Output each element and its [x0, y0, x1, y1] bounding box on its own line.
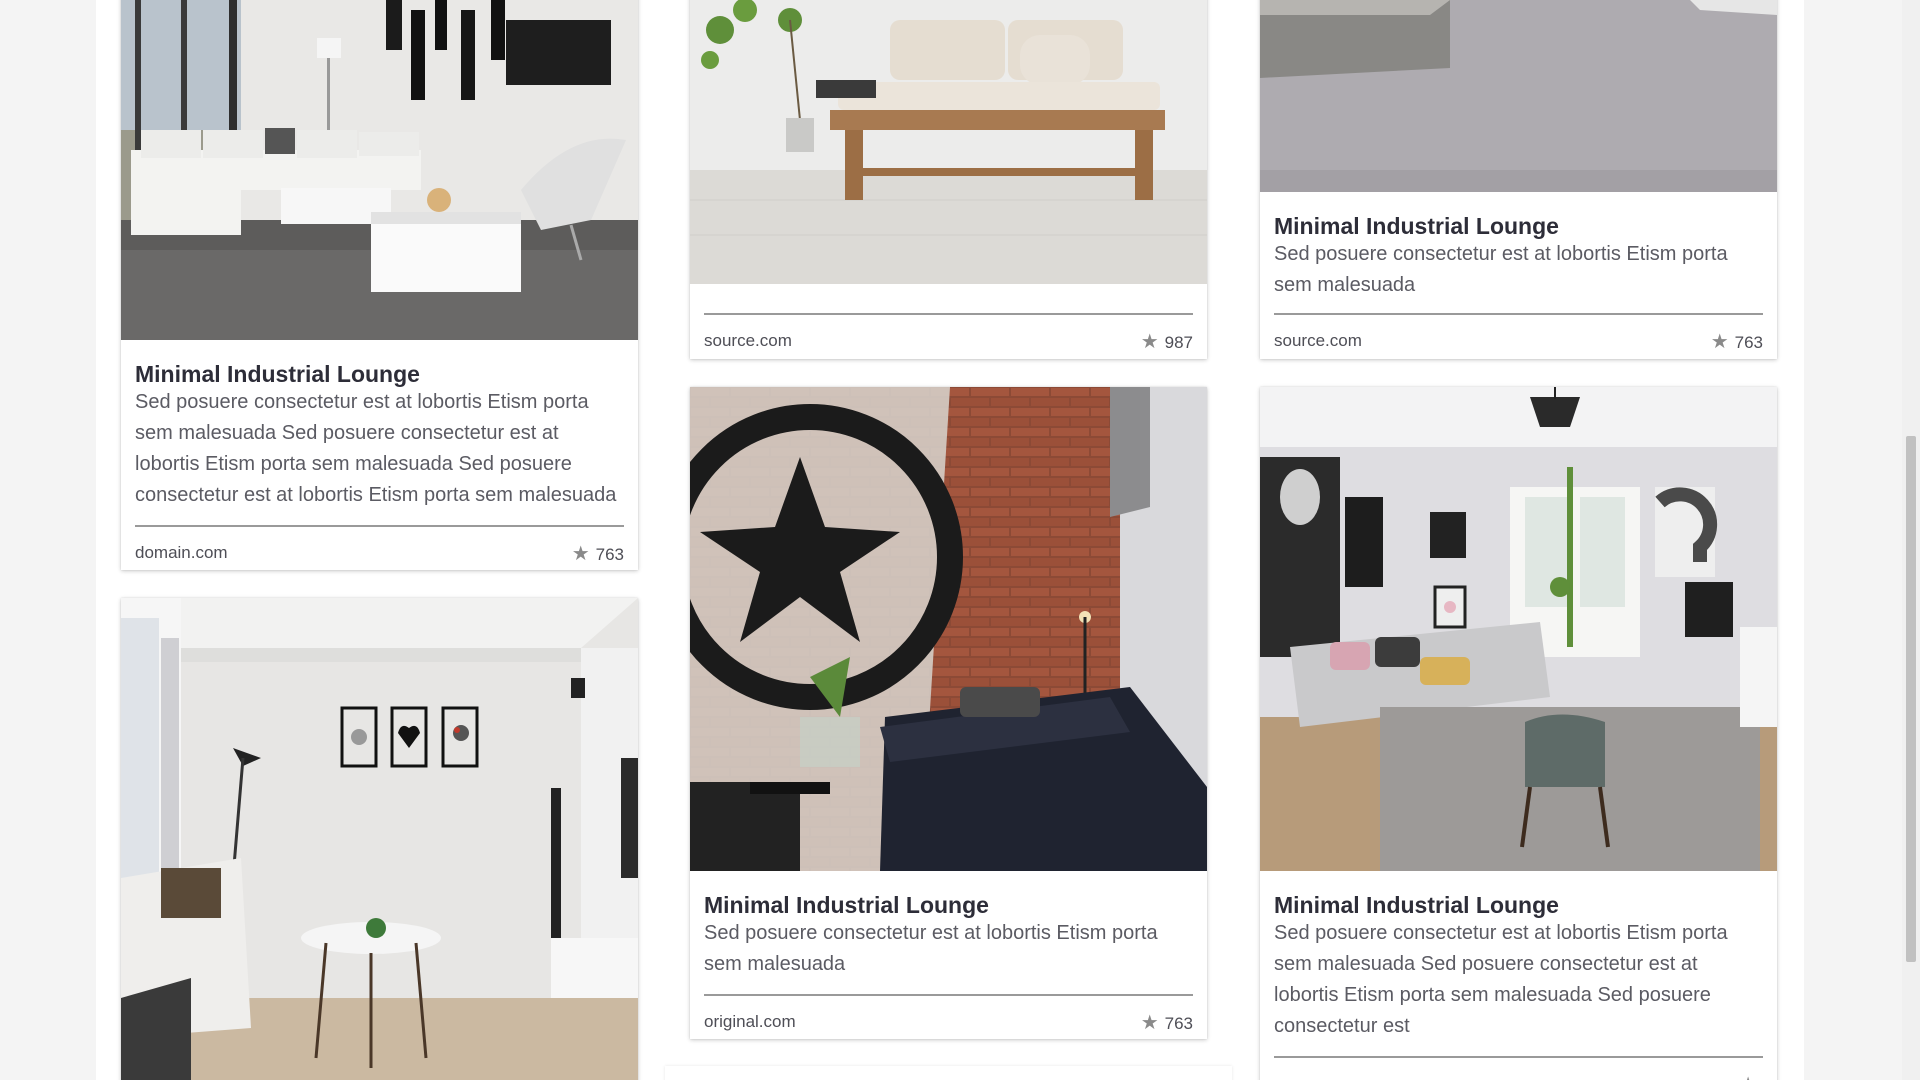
pin-card[interactable]: Minimal Industrial Lounge Sed posuere co…: [1260, 0, 1777, 359]
masonry-grid: Minimal Industrial Lounge Sed posuere co…: [96, 0, 1804, 1080]
divider: [704, 994, 1193, 996]
scrollbar-thumb[interactable]: [1906, 436, 1916, 962]
star-icon: ★: [1140, 1012, 1159, 1034]
divider: [135, 525, 624, 527]
divider: [1274, 313, 1763, 315]
card-description: Sed posuere consectetur est at lobortis …: [704, 922, 1158, 975]
star-icon: ★: [1710, 331, 1729, 353]
card-description: Sed posuere consectetur est at lobortis …: [1274, 922, 1728, 1037]
star-count[interactable]: ★ 763: [572, 541, 624, 566]
card-image-scandi-living-room[interactable]: [1260, 387, 1777, 871]
card-description: Sed posuere consectetur est at lobortis …: [135, 391, 617, 506]
pin-card[interactable]: [665, 1066, 1232, 1080]
divider: [1274, 1056, 1763, 1058]
card-image-living-room[interactable]: [121, 598, 638, 1080]
star-count-value: 763: [1164, 1014, 1193, 1033]
star-icon: ★: [1739, 1074, 1757, 1080]
card-title[interactable]: Minimal Industrial Lounge: [135, 361, 624, 388]
card-description: Sed posuere consectetur est at lobortis …: [1274, 243, 1728, 296]
star-count[interactable]: ★ 987: [1141, 329, 1193, 354]
pin-card[interactable]: Minimal Industrial Lounge Sed posuere co…: [1260, 387, 1777, 1080]
star-icon: ★: [571, 543, 590, 565]
star-count-value: 763: [595, 545, 624, 564]
page-scrollbar[interactable]: [1902, 0, 1920, 1080]
card-title[interactable]: Minimal Industrial Lounge: [1274, 213, 1763, 240]
star-count[interactable]: ★ 763: [1711, 329, 1763, 354]
star-count[interactable]: ★: [1739, 1072, 1763, 1080]
star-icon: ★: [1140, 331, 1159, 353]
card-image-brick-bedroom[interactable]: [690, 387, 1207, 871]
divider: [704, 313, 1193, 315]
source-link[interactable]: source.com: [704, 331, 792, 351]
source-link[interactable]: domain.com: [135, 543, 228, 563]
pin-card[interactable]: Minimal Industrial Lounge Sed posuere co…: [121, 0, 638, 570]
card-title[interactable]: Minimal Industrial Lounge: [704, 892, 1193, 919]
pin-card[interactable]: [121, 598, 638, 1080]
card-title[interactable]: Minimal Industrial Lounge: [1274, 892, 1763, 919]
card-image-carpet[interactable]: [1260, 0, 1777, 192]
pin-card[interactable]: Minimal Industrial Lounge Sed posuere co…: [690, 387, 1207, 1039]
star-count[interactable]: ★ 763: [1141, 1010, 1193, 1035]
pin-card[interactable]: source.com ★ 987: [690, 0, 1207, 359]
source-link[interactable]: original.com: [704, 1012, 796, 1032]
source-link[interactable]: source.com: [1274, 331, 1362, 351]
star-count-value: 987: [1164, 333, 1193, 352]
card-image-bench-sofa[interactable]: [690, 0, 1207, 284]
star-count-value: 763: [1734, 333, 1763, 352]
card-image-living-room[interactable]: [121, 0, 638, 340]
